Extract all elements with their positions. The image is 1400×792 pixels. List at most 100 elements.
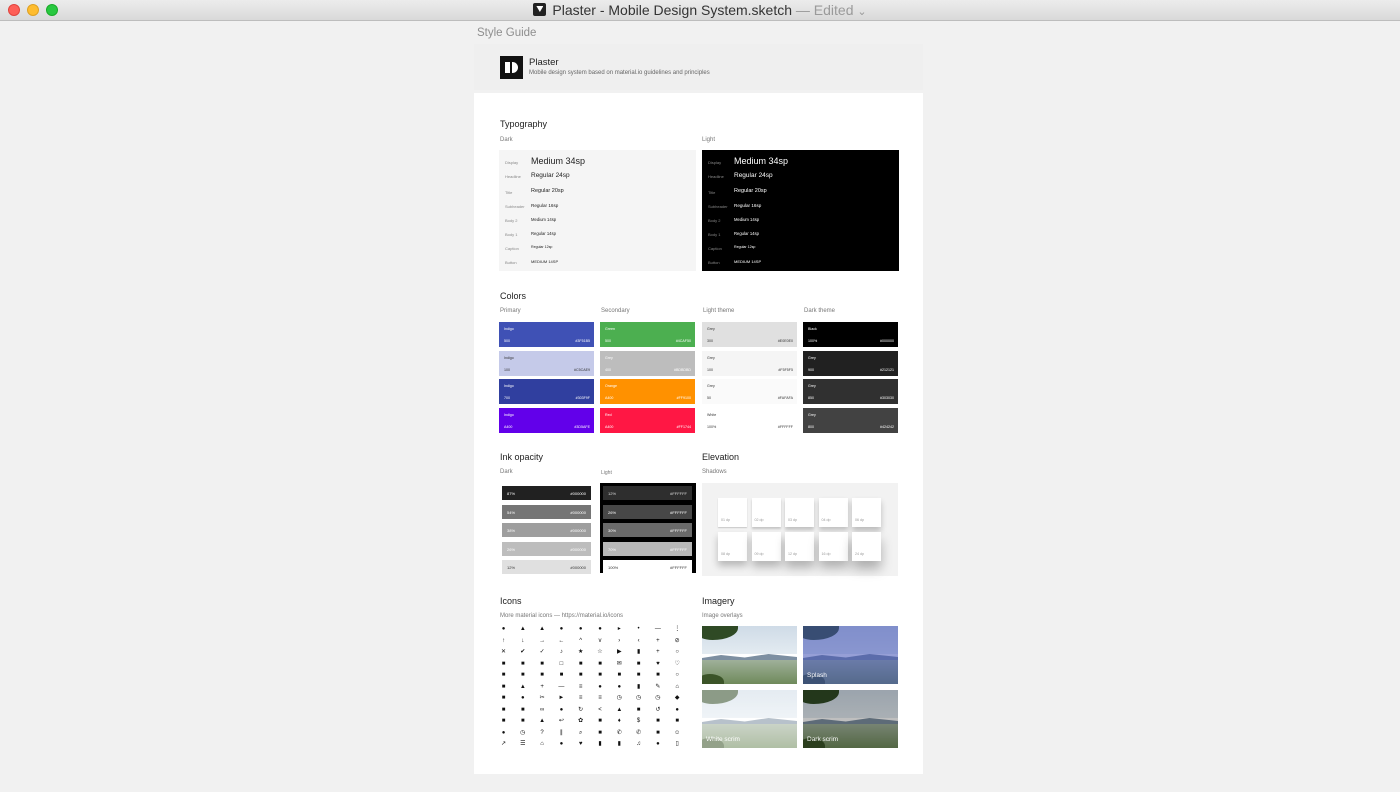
material-icon[interactable]: ♥ <box>577 741 584 748</box>
material-icon[interactable]: + <box>654 649 661 656</box>
material-icon[interactable]: ▮ <box>616 741 623 748</box>
material-icon[interactable]: $ <box>635 718 642 725</box>
material-icon[interactable]: ▸ <box>616 626 623 633</box>
material-icon[interactable]: ● <box>597 626 604 633</box>
material-icon[interactable]: ⌕ <box>577 730 584 737</box>
material-icon[interactable]: ■ <box>597 718 604 725</box>
material-icon[interactable]: ■ <box>500 684 507 691</box>
material-icon[interactable]: ■ <box>500 718 507 725</box>
material-icon[interactable]: ‹ <box>635 638 642 645</box>
color-swatch[interactable]: Grey 850 #303030 <box>803 379 898 404</box>
material-icon[interactable]: ■ <box>519 707 526 714</box>
material-icon[interactable]: ✓ <box>539 649 546 656</box>
color-swatch[interactable]: Indigo 100 #C5CAE9 <box>499 350 594 376</box>
material-icon[interactable]: ○ <box>674 649 681 656</box>
material-icon[interactable]: ↻ <box>577 707 584 714</box>
material-icon[interactable]: • <box>635 626 642 633</box>
material-icon[interactable]: ◷ <box>654 695 661 702</box>
material-icon[interactable]: › <box>616 638 623 645</box>
material-icon[interactable]: ♪ <box>558 649 565 656</box>
material-icon[interactable]: ■ <box>597 730 604 737</box>
material-icon[interactable]: ● <box>577 626 584 633</box>
color-swatch[interactable]: Green 500 #4CAF50 <box>600 322 695 347</box>
material-icon[interactable]: ■ <box>500 707 507 714</box>
color-swatch[interactable]: Indigo 500 #3F51B5 <box>499 322 594 347</box>
color-swatch[interactable]: Orange A400 #FF9100 <box>600 379 695 404</box>
material-icon[interactable]: ▲ <box>539 718 546 725</box>
material-icon[interactable]: — <box>654 626 661 633</box>
material-icon[interactable]: ? <box>539 730 546 737</box>
material-icon[interactable]: ↗ <box>500 741 507 748</box>
color-swatch[interactable]: Grey 300 #E0E0E0 <box>702 322 797 347</box>
material-icon[interactable]: ◆ <box>674 695 681 702</box>
material-icon[interactable]: ^ <box>577 638 584 645</box>
color-swatch[interactable]: Indigo 700 #303F9F <box>499 379 594 404</box>
material-icon[interactable]: ◷ <box>616 695 623 702</box>
color-swatch[interactable]: Black 100% #000000 <box>803 322 898 347</box>
material-icon[interactable]: ○ <box>674 672 681 679</box>
material-icon[interactable]: ↩ <box>558 718 565 725</box>
material-icon[interactable]: ← <box>558 638 565 645</box>
artboard-label[interactable]: Style Guide <box>477 27 536 39</box>
material-icon[interactable]: ✉ <box>616 661 623 668</box>
material-icon[interactable]: ⋮ <box>674 626 681 633</box>
material-icon[interactable]: ► <box>558 695 565 702</box>
color-swatch[interactable]: Red A400 #FF1744 <box>600 407 695 433</box>
material-icon[interactable]: ≡ <box>577 684 584 691</box>
material-icon[interactable]: ∥ <box>558 730 565 737</box>
material-icon[interactable]: ✔ <box>519 649 526 656</box>
material-icon[interactable]: ✆ <box>635 730 642 737</box>
material-icon[interactable]: ≡ <box>597 695 604 702</box>
material-icon[interactable]: ∞ <box>539 707 546 714</box>
material-icon[interactable]: ● <box>558 626 565 633</box>
material-icon[interactable]: ♥ <box>654 661 661 668</box>
color-swatch[interactable]: Grey 800 #424242 <box>803 407 898 433</box>
material-icon[interactable]: → <box>539 638 546 645</box>
material-icon[interactable]: ■ <box>577 672 584 679</box>
landscape-image[interactable] <box>702 626 797 684</box>
material-icon[interactable]: ✕ <box>500 649 507 656</box>
material-icon[interactable]: ■ <box>654 672 661 679</box>
material-icon[interactable]: ◷ <box>635 695 642 702</box>
material-icon[interactable]: ▮ <box>597 741 604 748</box>
color-swatch[interactable]: Grey 50 #FAFAFA <box>702 379 797 404</box>
material-icon[interactable]: ✿ <box>577 718 584 725</box>
material-icon[interactable]: ■ <box>635 672 642 679</box>
material-icon[interactable]: ⌂ <box>674 684 681 691</box>
material-icon[interactable]: ■ <box>635 707 642 714</box>
chevron-down-icon[interactable]: ⌄ <box>857 6 866 18</box>
material-icon[interactable]: ▯ <box>674 741 681 748</box>
material-icon[interactable]: ⌂ <box>539 741 546 748</box>
material-icon[interactable]: ■ <box>597 661 604 668</box>
color-swatch[interactable]: Grey 400 #BDBDBD <box>600 350 695 376</box>
material-icon[interactable]: + <box>654 638 661 645</box>
material-icon[interactable]: ● <box>616 684 623 691</box>
material-icon[interactable]: □ <box>558 661 565 668</box>
material-icon[interactable]: ✂ <box>539 695 546 702</box>
material-icon[interactable]: ▲ <box>539 626 546 633</box>
material-icon[interactable]: ■ <box>654 730 661 737</box>
material-icon[interactable]: ⊘ <box>674 638 681 645</box>
material-icon[interactable]: ■ <box>539 661 546 668</box>
landscape-image[interactable]: Dark scrim <box>803 690 898 748</box>
material-icon[interactable]: ● <box>558 741 565 748</box>
material-icon[interactable]: ■ <box>635 661 642 668</box>
material-icon[interactable]: ● <box>500 626 507 633</box>
material-icon[interactable]: ▶ <box>616 649 623 656</box>
color-swatch[interactable]: Indigo A400 #3D5AFE <box>499 407 594 433</box>
material-icon[interactable]: ■ <box>597 672 604 679</box>
material-icon[interactable]: ✎ <box>654 684 661 691</box>
material-icon[interactable]: ■ <box>577 661 584 668</box>
material-icon[interactable]: ● <box>519 695 526 702</box>
material-icon[interactable]: < <box>597 707 604 714</box>
material-icon[interactable]: ■ <box>500 695 507 702</box>
material-icon[interactable]: ◷ <box>519 730 526 737</box>
material-icon[interactable]: ■ <box>616 672 623 679</box>
material-icon[interactable]: ♡ <box>674 661 681 668</box>
color-swatch[interactable]: Grey 100 #F5F5F5 <box>702 350 797 376</box>
material-icon[interactable]: ● <box>558 707 565 714</box>
material-icon[interactable]: ≡ <box>577 695 584 702</box>
material-icon[interactable]: v <box>597 638 604 645</box>
material-icon[interactable]: ▲ <box>519 684 526 691</box>
material-icon[interactable]: ☆ <box>597 649 604 656</box>
